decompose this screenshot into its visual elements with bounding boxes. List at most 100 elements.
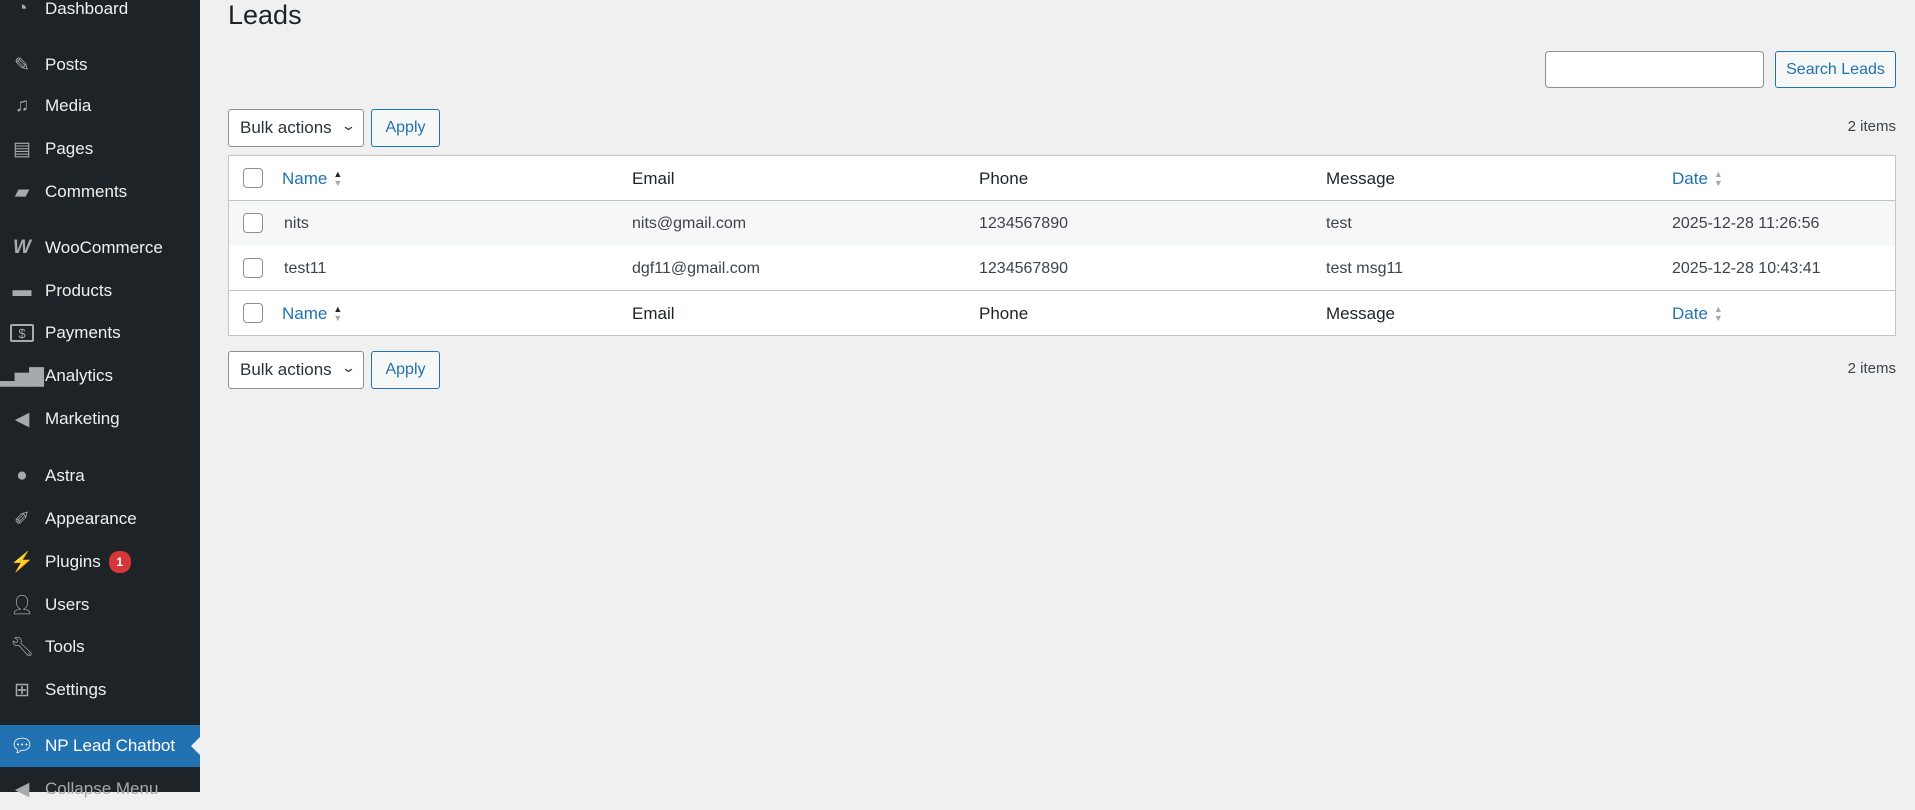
- sidebar-item-woocommerce[interactable]: W WooCommerce: [0, 227, 200, 269]
- sidebar-item-label: Settings: [45, 680, 107, 699]
- sidebar-item-marketing[interactable]: ◀ Marketing: [0, 398, 200, 440]
- table-footer: Name ▲ ▼ Email Phone Message Date ▲ ▼: [229, 290, 1895, 335]
- sidebar-item-label: Comments: [45, 182, 128, 201]
- cell-name: test11: [284, 259, 327, 277]
- column-email: Email: [632, 168, 675, 188]
- column-date-sort-footer[interactable]: Date ▲ ▼: [1672, 291, 1723, 336]
- table-row: nits nits@gmail.com 1234567890 test 2025…: [229, 201, 1895, 246]
- user-icon: 👤︎: [9, 595, 35, 616]
- bar-chart-icon: ▂▅▇: [0, 365, 44, 387]
- sidebar-item-label: Products: [45, 281, 113, 300]
- sort-icon: ▲ ▼: [333, 303, 343, 323]
- bulk-actions-select-bottom[interactable]: Bulk actions ⌄: [228, 351, 364, 389]
- astra-icon: ●: [16, 465, 28, 486]
- column-message: Message: [1326, 168, 1395, 188]
- table-header: Name ▲ ▼ Email Phone Message Date ▲ ▼: [229, 156, 1895, 201]
- plugin-icon: ⚡: [10, 552, 34, 573]
- bulk-actions-select-top[interactable]: Bulk actions ⌄: [228, 109, 364, 147]
- sidebar-item-label: Dashboard: [45, 0, 129, 18]
- sidebar-item-label: Tools: [45, 637, 85, 656]
- sidebar-item-label: Astra: [45, 466, 85, 485]
- column-email-footer: Email: [632, 303, 675, 323]
- chevron-down-icon: ⌄: [340, 118, 357, 133]
- column-name-sort-footer[interactable]: Name ▲ ▼: [282, 291, 342, 336]
- media-icon: ♫: [14, 95, 30, 116]
- column-phone: Phone: [979, 168, 1029, 188]
- sort-icon: ▲ ▼: [1713, 168, 1723, 188]
- collapse-icon: ◀: [14, 778, 30, 800]
- items-count-top: 2 items: [1847, 118, 1896, 135]
- apply-button-bottom[interactable]: Apply: [371, 351, 440, 389]
- admin-sidebar: ◔ Dashboard ✎ Posts ♫ Media ▤ Pages ▰ Comment…: [0, 0, 200, 800]
- column-phone-footer: Phone: [979, 303, 1029, 323]
- collapse-menu-button[interactable]: ◀ Collapse Menu: [0, 768, 200, 810]
- sidebar-item-appearance[interactable]: ✐ Appearance: [0, 498, 200, 540]
- sidebar-item-posts[interactable]: ✎ Posts: [0, 44, 200, 86]
- table-row: test11 dgf11@gmail.com 1234567890 test m…: [229, 246, 1895, 291]
- sidebar-item-plugins[interactable]: ⚡ Plugins 1: [0, 541, 200, 583]
- wrench-icon: 🔧︎: [9, 637, 35, 658]
- cell-date: 2025-12-28 10:43:41: [1672, 259, 1821, 277]
- sidebar-item-users[interactable]: 👤︎ Users: [0, 584, 200, 626]
- cell-date: 2025-12-28 11:26:56: [1672, 214, 1820, 232]
- cell-message: test msg11: [1326, 259, 1404, 277]
- settings-icon: ⊞: [14, 679, 30, 701]
- sidebar-item-comments[interactable]: ▰ Comments: [0, 171, 200, 213]
- bulk-actions-label: Bulk actions: [240, 118, 332, 137]
- sidebar-item-products[interactable]: ▬ Products: [0, 270, 200, 312]
- row-checkbox[interactable]: [243, 213, 263, 233]
- sidebar-item-label: NP Lead Chatbot: [45, 736, 176, 755]
- sidebar-item-settings[interactable]: ⊞ Settings: [0, 669, 200, 711]
- sidebar-item-label: Pages: [45, 139, 94, 158]
- sidebar-item-label: WooCommerce: [45, 238, 163, 257]
- search-input[interactable]: [1545, 51, 1764, 88]
- sidebar-item-label: Users: [45, 595, 90, 614]
- column-name-sort[interactable]: Name ▲ ▼: [282, 156, 342, 201]
- pages-icon: ▤: [13, 138, 31, 160]
- sidebar-item-analytics[interactable]: ▂▅▇ Analytics: [0, 355, 200, 397]
- sidebar-item-label: Media: [45, 96, 92, 115]
- select-all-checkbox[interactable]: [243, 168, 263, 188]
- sort-icon: ▲ ▼: [333, 168, 343, 188]
- sidebar-item-media[interactable]: ♫ Media: [0, 85, 200, 127]
- page-title: Leads: [228, 0, 302, 30]
- comment-icon: ▰: [14, 181, 30, 203]
- sidebar-item-label: Marketing: [45, 409, 120, 428]
- search-leads-button[interactable]: Search Leads: [1775, 51, 1896, 88]
- sidebar-item-label: Analytics: [45, 366, 114, 385]
- megaphone-icon: ◀: [14, 408, 30, 430]
- sidebar-item-label: Plugins: [45, 552, 101, 571]
- bulk-actions-label: Bulk actions: [240, 360, 332, 379]
- sidebar-item-pages[interactable]: ▤ Pages: [0, 128, 200, 170]
- cell-phone: 1234567890: [979, 214, 1068, 232]
- column-date-sort[interactable]: Date ▲ ▼: [1672, 156, 1723, 201]
- sidebar-item-label: Posts: [45, 55, 88, 74]
- sidebar-item-label: Collapse Menu: [45, 779, 159, 798]
- row-checkbox[interactable]: [243, 258, 263, 278]
- apply-button-top[interactable]: Apply: [371, 109, 440, 147]
- pin-icon: ✎: [14, 54, 30, 76]
- cell-phone: 1234567890: [979, 259, 1068, 277]
- dollar-icon: $: [10, 324, 34, 342]
- archive-icon: ▬: [12, 280, 32, 301]
- leads-table: Name ▲ ▼ Email Phone Message Date ▲ ▼ nits n…: [228, 155, 1896, 336]
- cell-email: nits@gmail.com: [632, 214, 747, 232]
- chat-icon: 💬︎: [9, 736, 35, 757]
- sidebar-item-tools[interactable]: 🔧︎ Tools: [0, 626, 200, 668]
- select-all-checkbox-footer[interactable]: [243, 303, 263, 323]
- items-count-bottom: 2 items: [1847, 360, 1896, 377]
- column-message-footer: Message: [1326, 303, 1395, 323]
- cell-email: dgf11@gmail.com: [632, 259, 760, 277]
- sidebar-item-np-lead-chatbot[interactable]: 💬︎ NP Lead Chatbot: [0, 725, 200, 767]
- sidebar-item-astra[interactable]: ● Astra: [0, 455, 200, 497]
- woocommerce-icon: W: [13, 237, 31, 258]
- sort-icon: ▲ ▼: [1713, 303, 1723, 323]
- sidebar-item-dashboard[interactable]: ◔ Dashboard: [0, 0, 200, 30]
- update-count-badge: 1: [108, 551, 131, 573]
- sidebar-item-payments[interactable]: $ Payments: [0, 312, 200, 354]
- cell-name: nits: [284, 214, 309, 232]
- chevron-down-icon: ⌄: [340, 360, 357, 375]
- dashboard-icon: ◔: [16, 0, 28, 19]
- sidebar-item-label: Appearance: [45, 509, 137, 528]
- cell-message: test: [1326, 214, 1352, 232]
